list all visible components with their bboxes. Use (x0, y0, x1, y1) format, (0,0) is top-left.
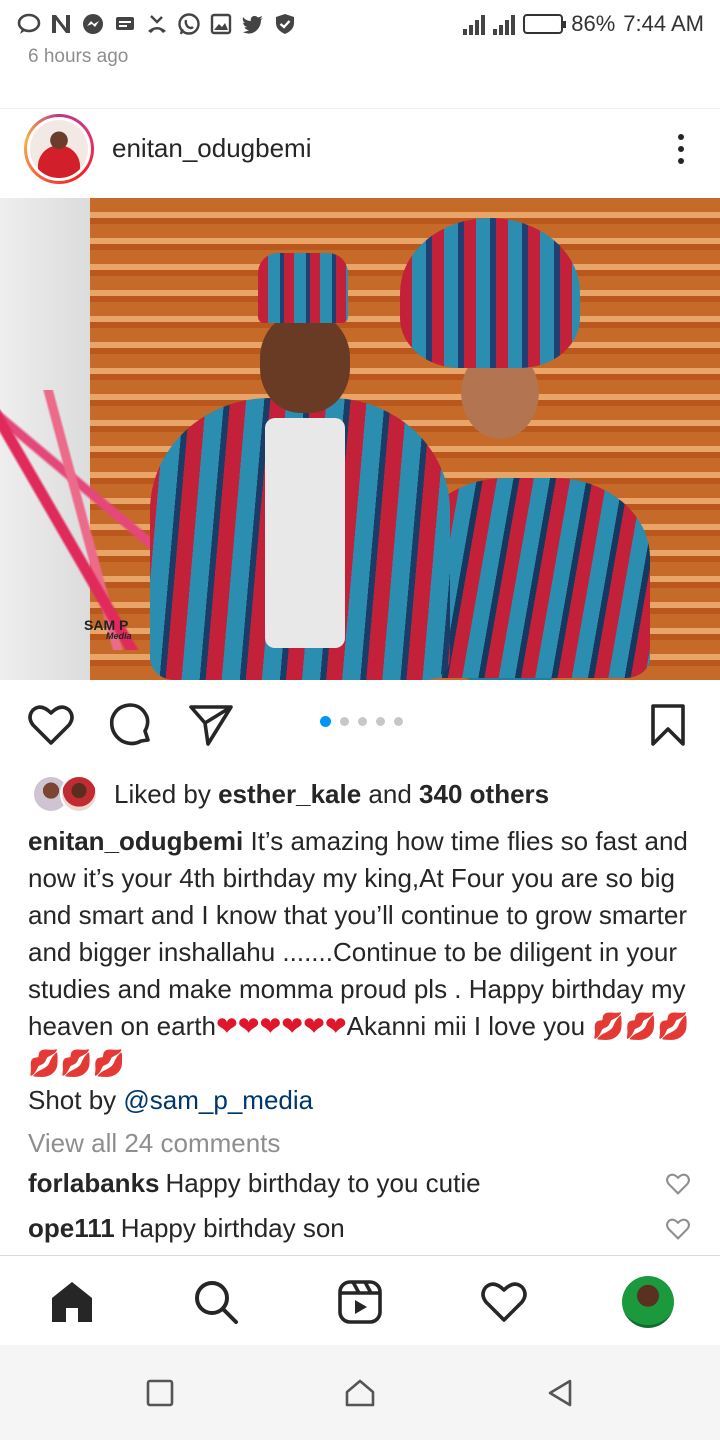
twitter-icon (240, 11, 266, 37)
carousel-dot (394, 717, 403, 726)
comment-text: Happy birthday son (120, 1213, 345, 1243)
post-caption: enitan_odugbemi It’s amazing how time fl… (28, 823, 698, 1119)
carousel-dot (340, 717, 349, 726)
likes-others[interactable]: 340 others (419, 779, 549, 809)
carousel-indicator (320, 716, 403, 727)
view-all-comments-link[interactable]: View all 24 comments (28, 1128, 280, 1159)
signal-icon-2 (493, 13, 516, 35)
share-send-icon[interactable] (188, 702, 234, 748)
carousel-dot (320, 716, 331, 727)
comment-bubble-icon[interactable] (108, 702, 154, 748)
post-time-ago: 6 hours ago (28, 46, 129, 67)
caption-text-2: Akanni mii I love you (346, 1011, 593, 1041)
profile-avatar[interactable] (622, 1276, 674, 1328)
back-icon[interactable] (542, 1375, 578, 1411)
whatsapp-icon (176, 11, 202, 37)
gallery-icon (208, 11, 234, 37)
carousel-dot (376, 717, 385, 726)
chat-bubble-icon (16, 11, 42, 37)
liker-avatars (32, 775, 102, 813)
system-navigation-bar (0, 1345, 720, 1440)
carousel-dot (358, 717, 367, 726)
post-header: enitan_odugbemi (0, 108, 720, 188)
likes-and: and (368, 778, 412, 809)
photo-watermark: SAM P Media (84, 618, 132, 641)
notification-icons (16, 11, 298, 37)
likes-prefix: Liked by (114, 778, 211, 809)
comment-row: ope111 Happy birthday son (28, 1213, 692, 1244)
search-icon[interactable] (190, 1276, 242, 1328)
comment-text: Happy birthday to you cutie (165, 1168, 481, 1198)
author-avatar[interactable] (24, 113, 94, 184)
liker-username[interactable]: esther_kale (218, 779, 361, 809)
save-bookmark-icon[interactable] (645, 702, 691, 748)
comment-like-heart-icon[interactable] (664, 1215, 692, 1243)
caption-mention-link[interactable]: @sam_p_media (123, 1085, 313, 1115)
n-icon (48, 11, 74, 37)
home-icon[interactable] (46, 1276, 98, 1328)
missed-call-icon (144, 11, 170, 37)
messenger-icon (80, 11, 106, 37)
caption-shot-by: Shot by (28, 1085, 124, 1115)
battery-icon (523, 14, 567, 34)
signal-icon (463, 13, 486, 35)
system-status: 86% 7:44 AM (463, 11, 704, 37)
status-bar: 86% 7:44 AM (0, 0, 720, 48)
like-heart-icon[interactable] (28, 702, 74, 748)
likes-row[interactable]: Liked by esther_kale and 340 others (32, 774, 549, 814)
post-photo[interactable]: SAM P Media (0, 198, 720, 680)
comment-row: forlabanks Happy birthday to you cutie (28, 1168, 692, 1199)
recent-apps-icon[interactable] (142, 1375, 178, 1411)
caption-username[interactable]: enitan_odugbemi (28, 826, 243, 856)
clock: 7:44 AM (623, 11, 704, 36)
more-options-icon[interactable] (666, 129, 696, 169)
sms-icon (112, 11, 138, 37)
activity-heart-icon[interactable] (478, 1276, 530, 1328)
author-username[interactable]: enitan_odugbemi (112, 133, 312, 164)
battery-percent: 86% (571, 11, 616, 36)
system-home-icon[interactable] (342, 1375, 378, 1411)
bottom-navigation (0, 1255, 720, 1345)
likes-text[interactable]: Liked by esther_kale and 340 others (114, 779, 549, 810)
caption-hearts: ❤❤❤❤❤❤ (215, 1011, 347, 1041)
watermark-line-2: Media (106, 631, 132, 641)
reels-icon[interactable] (334, 1276, 386, 1328)
comment-username[interactable]: forlabanks (28, 1168, 160, 1199)
shield-icon (272, 11, 298, 37)
caption-text: It’s amazing how time flies so fast and … (28, 826, 688, 1041)
comment-like-heart-icon[interactable] (664, 1170, 692, 1198)
comment-username[interactable]: ope111 (28, 1213, 115, 1244)
